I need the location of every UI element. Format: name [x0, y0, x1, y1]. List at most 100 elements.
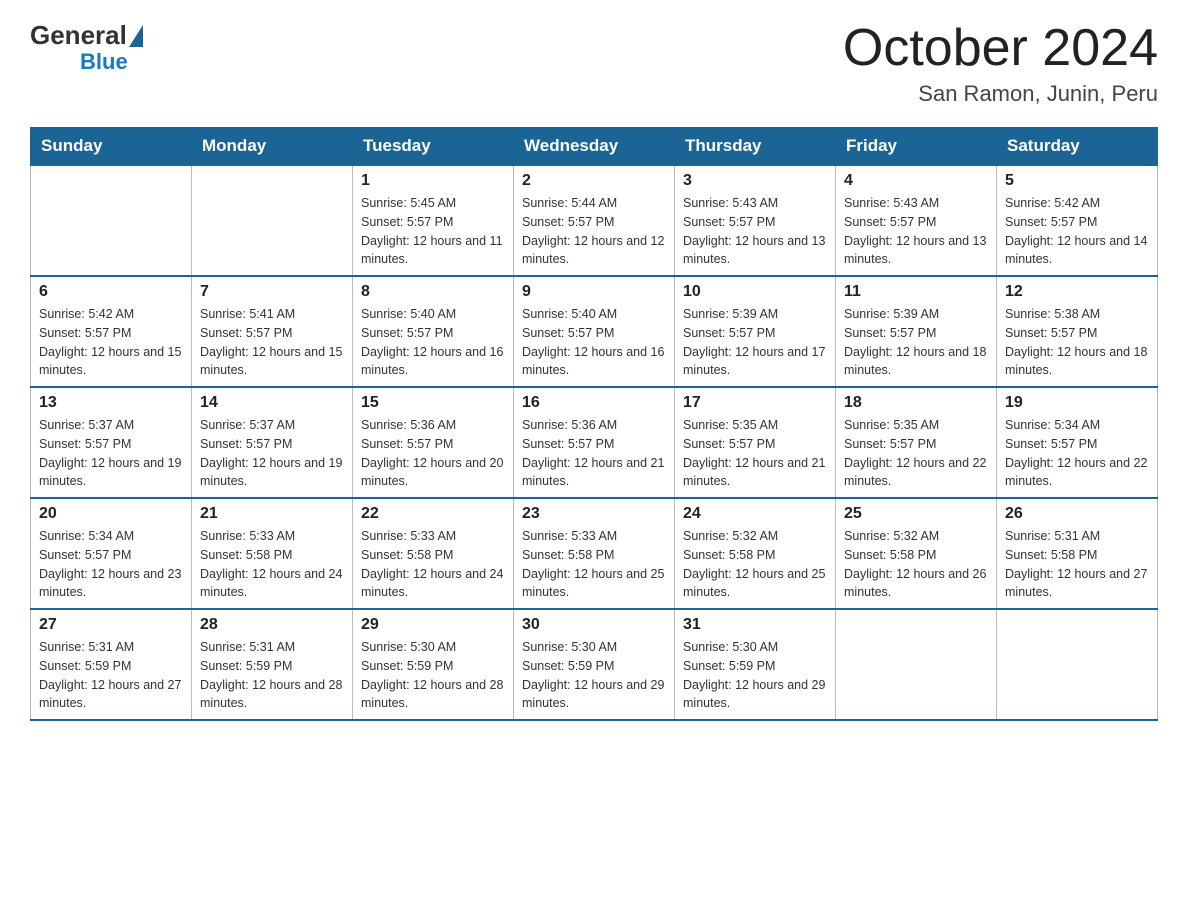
day-number: 16	[522, 394, 666, 412]
calendar-cell: 27Sunrise: 5:31 AMSunset: 5:59 PMDayligh…	[31, 609, 192, 720]
day-info: Sunrise: 5:35 AMSunset: 5:57 PMDaylight:…	[683, 416, 827, 491]
weekday-header-tuesday: Tuesday	[353, 128, 514, 166]
day-info: Sunrise: 5:32 AMSunset: 5:58 PMDaylight:…	[844, 527, 988, 602]
day-number: 22	[361, 505, 505, 523]
day-number: 29	[361, 616, 505, 634]
day-number: 23	[522, 505, 666, 523]
day-info: Sunrise: 5:43 AMSunset: 5:57 PMDaylight:…	[844, 194, 988, 269]
weekday-header-sunday: Sunday	[31, 128, 192, 166]
day-info: Sunrise: 5:39 AMSunset: 5:57 PMDaylight:…	[683, 305, 827, 380]
day-info: Sunrise: 5:31 AMSunset: 5:58 PMDaylight:…	[1005, 527, 1149, 602]
day-number: 7	[200, 283, 344, 301]
calendar-cell: 29 Sunrise: 5:30 AMSunset: 5:59 PMDayligh…	[353, 609, 514, 720]
day-number: 26	[1005, 505, 1149, 523]
day-number: 14	[200, 394, 344, 412]
weekday-header-row: SundayMondayTuesdayWednesdayThursdayFrid…	[31, 128, 1158, 166]
calendar-cell: 28 Sunrise: 5:31 AMSunset: 5:59 PMDayligh…	[192, 609, 353, 720]
calendar-cell: 5 Sunrise: 5:42 AMSunset: 5:57 PMDaylight…	[997, 165, 1158, 276]
calendar-cell: 7 Sunrise: 5:41 AMSunset: 5:57 PMDaylight…	[192, 276, 353, 387]
title-area: October 2024 San Ramon, Junin, Peru	[843, 20, 1158, 107]
calendar-cell: 1 Sunrise: 5:45 AMSunset: 5:57 PMDaylight…	[353, 165, 514, 276]
calendar-week-row: 1 Sunrise: 5:45 AMSunset: 5:57 PMDaylight…	[31, 165, 1158, 276]
day-number: 9	[522, 283, 666, 301]
day-number: 13	[39, 394, 183, 412]
calendar-cell: 20 Sunrise: 5:34 AMSunset: 5:57 PMDayligh…	[31, 498, 192, 609]
calendar-cell: 23 Sunrise: 5:33 AMSunset: 5:58 PMDayligh…	[514, 498, 675, 609]
calendar-cell: 9 Sunrise: 5:40 AMSunset: 5:57 PMDaylight…	[514, 276, 675, 387]
day-number: 1	[361, 172, 505, 190]
day-info: Sunrise: 5:33 AMSunset: 5:58 PMDaylight:…	[361, 527, 505, 602]
day-number: 2	[522, 172, 666, 190]
calendar-cell: 12Sunrise: 5:38 AMSunset: 5:57 PMDayligh…	[997, 276, 1158, 387]
day-info: Sunrise: 5:37 AMSunset: 5:57 PMDaylight:…	[200, 416, 344, 491]
day-info: Sunrise: 5:32 AMSunset: 5:58 PMDaylight:…	[683, 527, 827, 602]
calendar-cell: 17 Sunrise: 5:35 AMSunset: 5:57 PMDayligh…	[675, 387, 836, 498]
calendar-cell: 8Sunrise: 5:40 AMSunset: 5:57 PMDaylight…	[353, 276, 514, 387]
day-number: 20	[39, 505, 183, 523]
weekday-header-saturday: Saturday	[997, 128, 1158, 166]
day-info: Sunrise: 5:36 AMSunset: 5:57 PMDaylight:…	[522, 416, 666, 491]
day-info: Sunrise: 5:39 AMSunset: 5:57 PMDaylight:…	[844, 305, 988, 380]
day-number: 3	[683, 172, 827, 190]
calendar-cell	[192, 165, 353, 276]
day-number: 24	[683, 505, 827, 523]
day-info: Sunrise: 5:41 AMSunset: 5:57 PMDaylight:…	[200, 305, 344, 380]
calendar-cell: 25 Sunrise: 5:32 AMSunset: 5:58 PMDayligh…	[836, 498, 997, 609]
calendar-cell: 11 Sunrise: 5:39 AMSunset: 5:57 PMDayligh…	[836, 276, 997, 387]
day-info: Sunrise: 5:30 AMSunset: 5:59 PMDaylight:…	[522, 638, 666, 713]
calendar-cell: 24 Sunrise: 5:32 AMSunset: 5:58 PMDayligh…	[675, 498, 836, 609]
day-info: Sunrise: 5:30 AMSunset: 5:59 PMDaylight:…	[361, 638, 505, 713]
day-number: 5	[1005, 172, 1149, 190]
day-info: Sunrise: 5:42 AMSunset: 5:57 PMDaylight:…	[1005, 194, 1149, 269]
day-info: Sunrise: 5:43 AMSunset: 5:57 PMDaylight:…	[683, 194, 827, 269]
calendar-week-row: 20 Sunrise: 5:34 AMSunset: 5:57 PMDayligh…	[31, 498, 1158, 609]
calendar-cell: 4Sunrise: 5:43 AMSunset: 5:57 PMDaylight…	[836, 165, 997, 276]
day-number: 28	[200, 616, 344, 634]
logo: General Blue	[30, 20, 145, 75]
calendar-cell: 16 Sunrise: 5:36 AMSunset: 5:57 PMDayligh…	[514, 387, 675, 498]
calendar-cell: 2 Sunrise: 5:44 AMSunset: 5:57 PMDaylight…	[514, 165, 675, 276]
day-info: Sunrise: 5:40 AMSunset: 5:57 PMDaylight:…	[522, 305, 666, 380]
day-info: Sunrise: 5:31 AMSunset: 5:59 PMDaylight:…	[200, 638, 344, 713]
calendar-cell: 3 Sunrise: 5:43 AMSunset: 5:57 PMDaylight…	[675, 165, 836, 276]
day-number: 21	[200, 505, 344, 523]
page-header: General Blue October 2024 San Ramon, Jun…	[30, 20, 1158, 107]
calendar-cell: 19Sunrise: 5:34 AMSunset: 5:57 PMDayligh…	[997, 387, 1158, 498]
day-info: Sunrise: 5:40 AMSunset: 5:57 PMDaylight:…	[361, 305, 505, 380]
day-number: 19	[1005, 394, 1149, 412]
calendar-table: SundayMondayTuesdayWednesdayThursdayFrid…	[30, 127, 1158, 721]
logo-blue-text: Blue	[80, 49, 128, 75]
day-info: Sunrise: 5:33 AMSunset: 5:58 PMDaylight:…	[522, 527, 666, 602]
calendar-cell: 31Sunrise: 5:30 AMSunset: 5:59 PMDayligh…	[675, 609, 836, 720]
calendar-cell: 30 Sunrise: 5:30 AMSunset: 5:59 PMDayligh…	[514, 609, 675, 720]
day-number: 18	[844, 394, 988, 412]
calendar-cell: 18Sunrise: 5:35 AMSunset: 5:57 PMDayligh…	[836, 387, 997, 498]
calendar-week-row: 6Sunrise: 5:42 AMSunset: 5:57 PMDaylight…	[31, 276, 1158, 387]
day-number: 30	[522, 616, 666, 634]
day-number: 11	[844, 283, 988, 301]
calendar-cell: 26 Sunrise: 5:31 AMSunset: 5:58 PMDayligh…	[997, 498, 1158, 609]
day-info: Sunrise: 5:42 AMSunset: 5:57 PMDaylight:…	[39, 305, 183, 380]
day-number: 17	[683, 394, 827, 412]
day-number: 25	[844, 505, 988, 523]
day-number: 27	[39, 616, 183, 634]
calendar-cell: 22 Sunrise: 5:33 AMSunset: 5:58 PMDayligh…	[353, 498, 514, 609]
day-info: Sunrise: 5:45 AMSunset: 5:57 PMDaylight:…	[361, 194, 505, 269]
day-number: 15	[361, 394, 505, 412]
calendar-cell: 6Sunrise: 5:42 AMSunset: 5:57 PMDaylight…	[31, 276, 192, 387]
calendar-cell	[997, 609, 1158, 720]
calendar-week-row: 13 Sunrise: 5:37 AMSunset: 5:57 PMDayligh…	[31, 387, 1158, 498]
calendar-cell	[31, 165, 192, 276]
calendar-cell	[836, 609, 997, 720]
calendar-week-row: 27 Sunrise: 5:31 AMSunset: 5:59 PMDayligh…	[31, 609, 1158, 720]
weekday-header-monday: Monday	[192, 128, 353, 166]
weekday-header-wednesday: Wednesday	[514, 128, 675, 166]
calendar-cell: 10Sunrise: 5:39 AMSunset: 5:57 PMDayligh…	[675, 276, 836, 387]
day-number: 12	[1005, 283, 1149, 301]
day-info: Sunrise: 5:44 AMSunset: 5:57 PMDaylight:…	[522, 194, 666, 269]
day-info: Sunrise: 5:34 AMSunset: 5:57 PMDaylight:…	[39, 527, 183, 602]
calendar-cell: 15Sunrise: 5:36 AMSunset: 5:57 PMDayligh…	[353, 387, 514, 498]
day-number: 31	[683, 616, 827, 634]
day-info: Sunrise: 5:37 AMSunset: 5:57 PMDaylight:…	[39, 416, 183, 491]
calendar-cell: 21Sunrise: 5:33 AMSunset: 5:58 PMDayligh…	[192, 498, 353, 609]
